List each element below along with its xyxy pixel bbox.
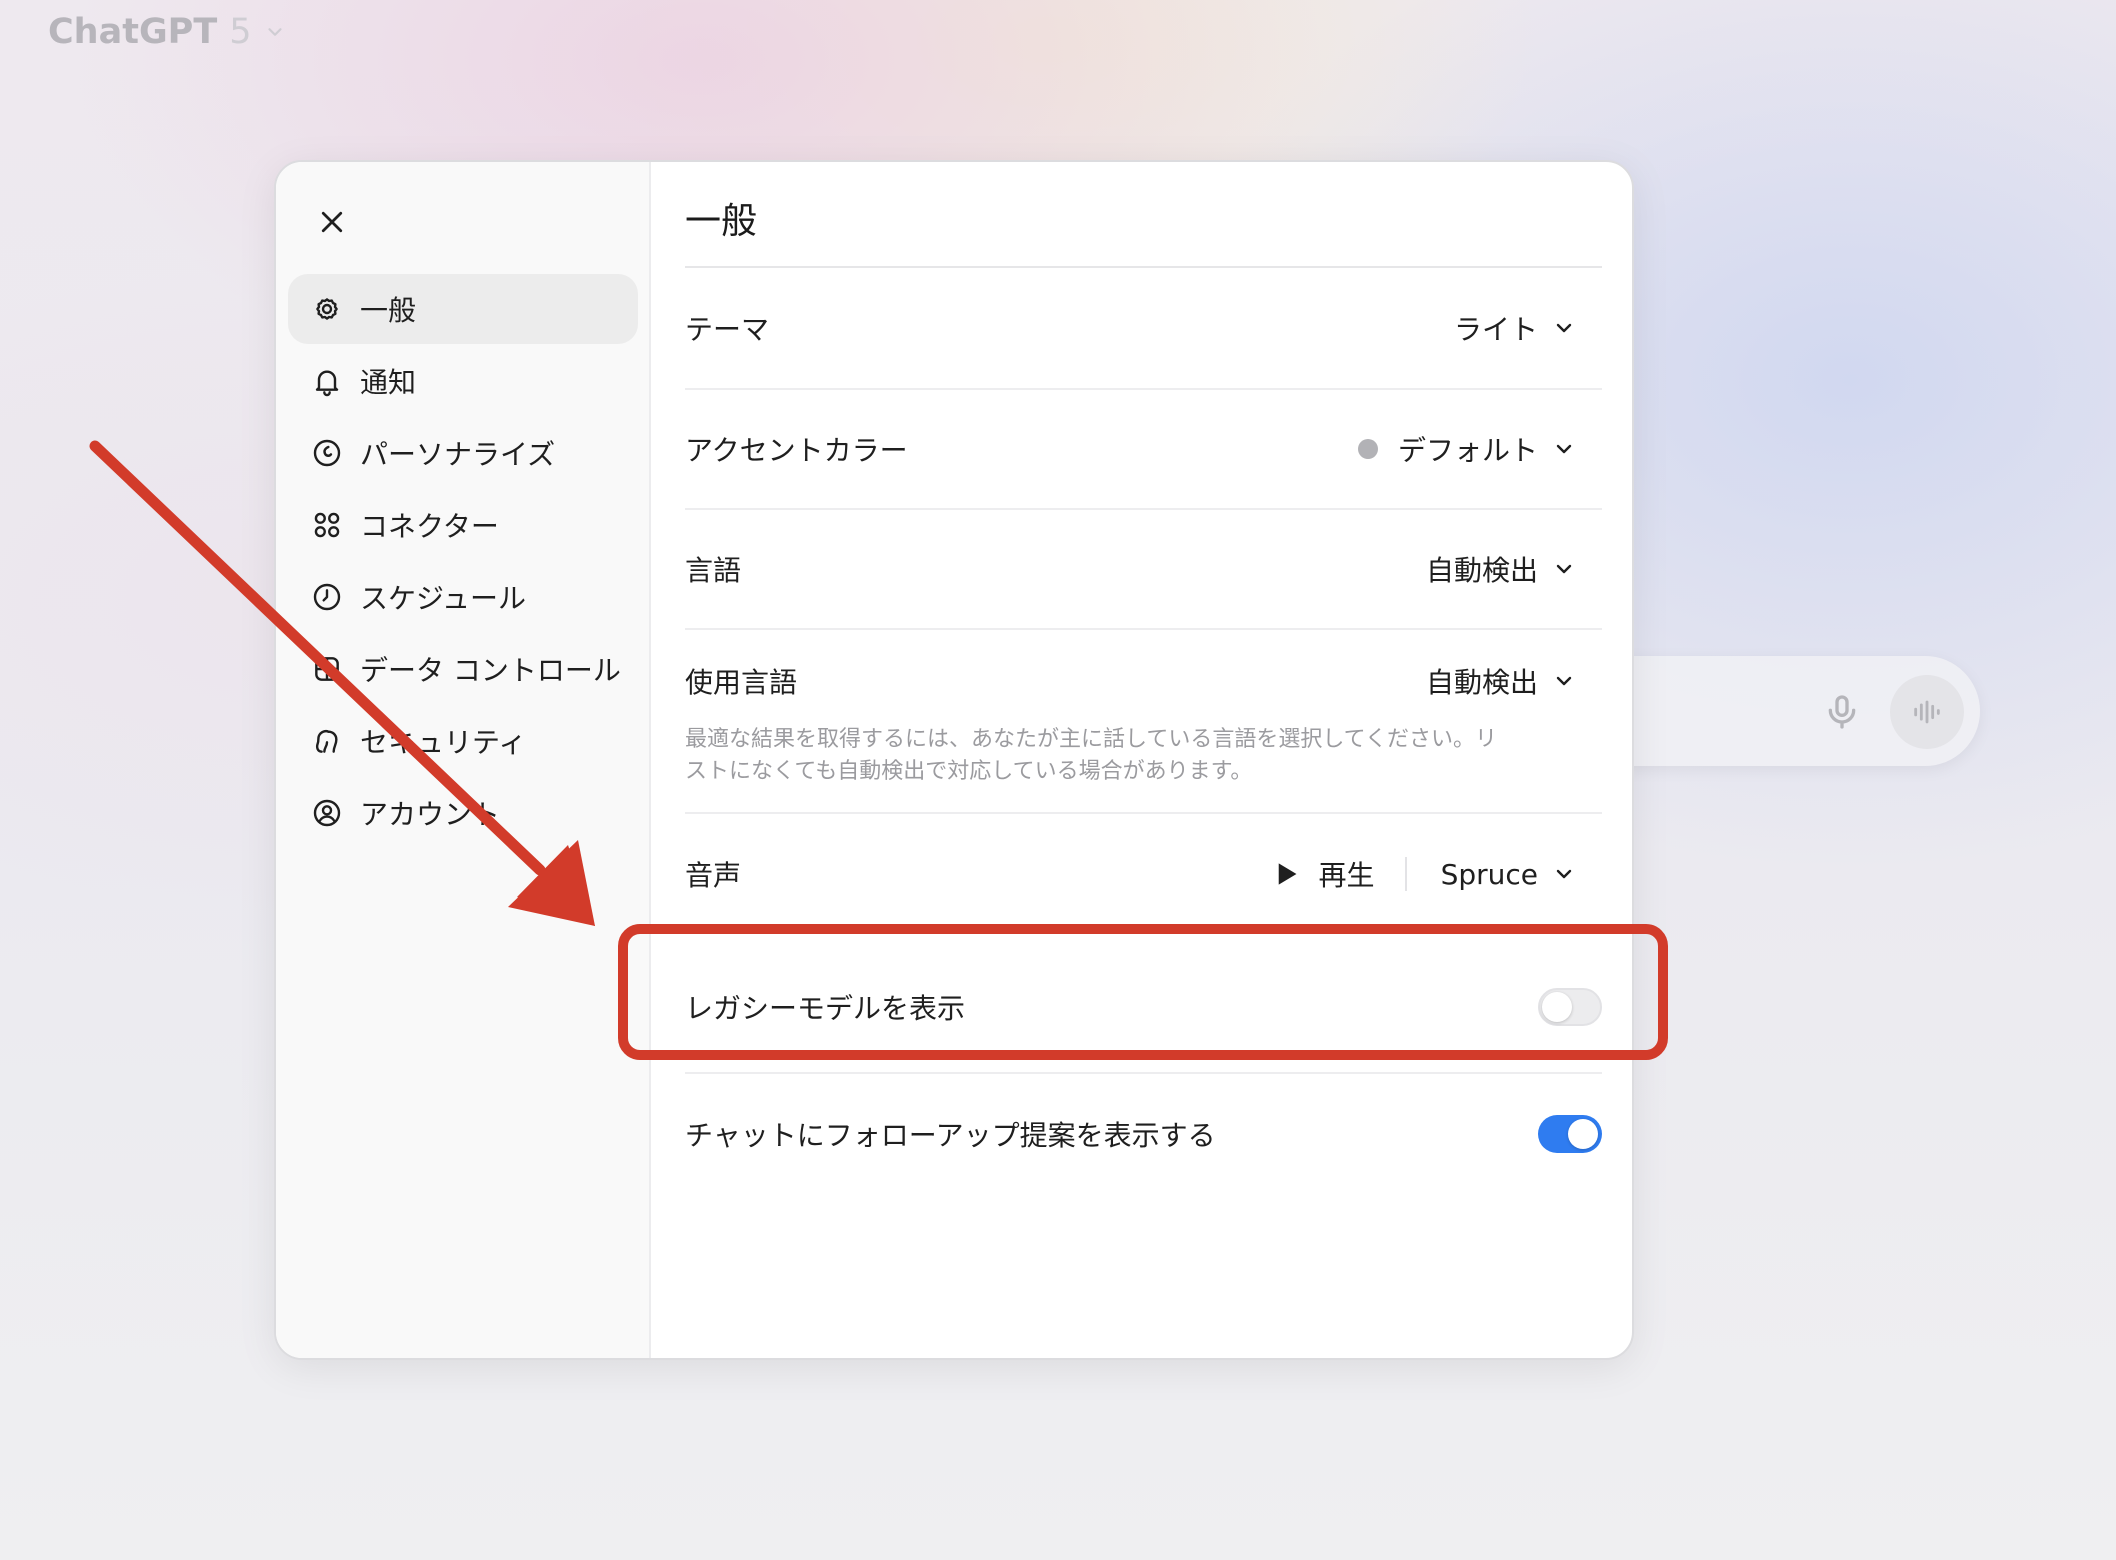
clock-icon (310, 580, 344, 614)
sidebar-item-notifications[interactable]: 通知 (288, 346, 638, 416)
data-icon (310, 652, 344, 686)
sidebar-item-personalize[interactable]: パーソナライズ (288, 418, 638, 488)
follow-up-label: チャットにフォローアップ提案を表示する (685, 1119, 1216, 1152)
legacy-models-label: レガシーモデルを表示 (685, 992, 966, 1025)
legacy-models-row: レガシーモデルを表示 (685, 952, 1602, 1062)
security-icon (310, 724, 344, 758)
toggle-knob (1542, 992, 1572, 1022)
sidebar-item-security[interactable]: セキュリティ (288, 706, 638, 776)
sidebar-item-general[interactable]: 一般 (288, 274, 638, 344)
microphone-icon (1828, 695, 1856, 729)
accent-row: アクセントカラー デフォルト (685, 390, 1602, 508)
separator (1404, 857, 1407, 891)
sidebar-item-label: スケジュール (360, 582, 527, 615)
voice-value: Spruce (1440, 857, 1538, 891)
gear-icon (310, 292, 344, 326)
play-icon (1278, 863, 1297, 885)
play-label: 再生 (1318, 859, 1375, 892)
language-select[interactable]: 自動検出 (1426, 549, 1602, 589)
voice-label: 音声 (685, 859, 742, 892)
sidebar-item-label: セキュリティ (360, 726, 527, 759)
play-button[interactable]: 再生 (1275, 854, 1405, 894)
spoken-language-row: 使用言語 自動検出 (685, 648, 1602, 714)
sidebar-item-label: コネクター (360, 510, 499, 543)
language-row: 言語 自動検出 (685, 510, 1602, 628)
close-icon (321, 211, 343, 233)
chevron-down-icon (1556, 869, 1572, 879)
sidebar-item-label: 通知 (360, 366, 417, 399)
settings-content: 一般 テーマ ライト アクセントカラー デフォルト 言語 自動検出 使用言語 自… (651, 162, 1632, 1358)
voice-select[interactable]: Spruce (1441, 858, 1602, 891)
sidebar-item-label: 一般 (360, 294, 417, 327)
chevron-down-icon (1556, 564, 1572, 574)
sidebar-item-label: データ コントロール (360, 654, 621, 687)
waveform-icon (1914, 700, 1940, 724)
divider (685, 628, 1602, 630)
sidebar-item-connectors[interactable]: コネクター (288, 490, 638, 560)
language-value: 自動検出 (1425, 554, 1538, 587)
accent-color-dot (1357, 439, 1378, 459)
sidebar-item-data-controls[interactable]: データ コントロール (288, 634, 638, 704)
theme-label: テーマ (685, 313, 770, 346)
settings-sidebar: 一般 通知 パーソナライズ コネクター スケジュール データ コントロール セキ… (276, 162, 651, 1358)
bell-icon (310, 364, 344, 398)
model-version: 5 (229, 12, 252, 52)
settings-dialog: 一般 通知 パーソナライズ コネクター スケジュール データ コントロール セキ… (274, 160, 1634, 1360)
chevron-down-icon (1556, 323, 1572, 333)
theme-select[interactable]: ライト (1454, 308, 1602, 348)
legacy-models-toggle[interactable] (1538, 988, 1602, 1026)
sidebar-item-label: アカウント (360, 798, 501, 831)
chevron-down-icon (1556, 676, 1572, 686)
follow-up-toggle[interactable] (1538, 1115, 1602, 1153)
connectors-icon (310, 508, 344, 542)
sidebar-item-account[interactable]: アカウント (288, 778, 638, 848)
page-title: 一般 (685, 201, 758, 242)
toggle-knob (1568, 1119, 1598, 1149)
personalize-icon (310, 436, 344, 470)
voice-mode-button (1890, 675, 1964, 749)
accent-select[interactable]: デフォルト (1357, 429, 1602, 469)
spoken-language-select[interactable]: 自動検出 (1426, 661, 1602, 701)
settings-nav: 一般 通知 パーソナライズ コネクター スケジュール データ コントロール セキ… (288, 274, 638, 850)
spoken-language-helper: 最適な結果を取得するには、あなたが主に話している言語を選択してください。リストに… (685, 727, 1498, 784)
voice-row: 音声 再生 Spruce (685, 814, 1602, 934)
follow-up-row: チャットにフォローアップ提案を表示する (685, 1074, 1602, 1194)
theme-row: テーマ ライト (685, 268, 1602, 388)
theme-value: ライト (1453, 313, 1538, 346)
chevron-down-icon (1556, 444, 1572, 454)
spoken-language-value: 自動検出 (1425, 666, 1538, 699)
spoken-language-label: 使用言語 (685, 666, 798, 699)
language-label: 言語 (685, 554, 742, 587)
account-icon (310, 796, 344, 830)
close-button[interactable] (310, 200, 354, 244)
app-title: ChatGPT (48, 12, 218, 52)
voice-controls: 再生 Spruce (1275, 854, 1602, 894)
accent-value: デフォルト (1397, 434, 1538, 467)
sidebar-item-label: パーソナライズ (360, 438, 556, 471)
sidebar-item-schedule[interactable]: スケジュール (288, 562, 638, 632)
chevron-down-icon (267, 28, 282, 36)
accent-label: アクセントカラー (685, 434, 908, 467)
model-selector[interactable]: ChatGPT 5 (48, 12, 286, 52)
